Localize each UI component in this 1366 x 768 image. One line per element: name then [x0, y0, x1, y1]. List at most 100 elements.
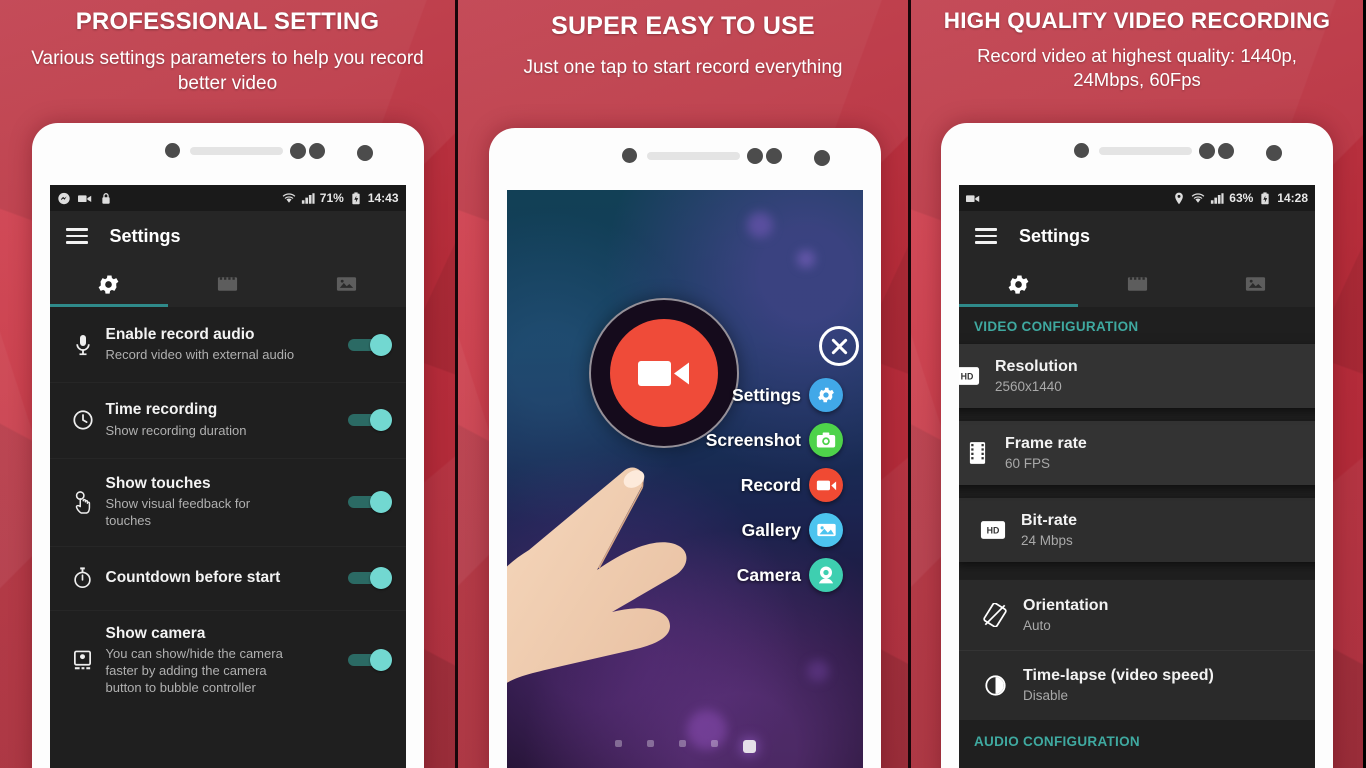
video-settings-list: VIDEO CONFIGURATION HD Resolution 2560x1… — [959, 307, 1315, 759]
app-bar-1: Settings — [49, 211, 406, 261]
toggle-time-recording[interactable] — [347, 408, 392, 431]
sensor-dot-b — [766, 148, 782, 164]
tab-video-settings-3[interactable] — [1078, 261, 1197, 307]
tab-general-settings-3[interactable] — [959, 261, 1078, 307]
bubble-label: Gallery — [741, 519, 801, 540]
setting-title: Show touches — [105, 474, 211, 492]
setting-title: Show camera — [105, 624, 206, 642]
toggle-countdown-before-start[interactable] — [347, 566, 392, 589]
setting-title: Countdown before start — [105, 569, 281, 586]
app-title-1: Settings — [109, 225, 181, 246]
video-camera-icon — [77, 194, 91, 202]
gallery-icon[interactable] — [809, 513, 843, 547]
tab-gallery-settings-3[interactable] — [1196, 261, 1315, 307]
lock-icon — [101, 192, 110, 204]
film-strip-icon — [959, 441, 1005, 465]
earpiece-speaker — [189, 147, 283, 155]
signal-bars-icon — [1211, 192, 1224, 204]
card-title: Time-lapse (video speed) — [1023, 667, 1214, 684]
setting-card-resolution[interactable]: HD Resolution 2560x1440 — [959, 344, 1315, 408]
setting-row-countdown-before-start[interactable]: Countdown before start — [50, 546, 406, 610]
photo-camera-icon[interactable] — [809, 423, 843, 457]
earpiece-speaker — [1099, 147, 1192, 155]
gear-icon — [98, 274, 119, 294]
front-camera-dot — [1266, 145, 1282, 161]
front-camera-dot — [356, 145, 373, 161]
setting-row-enable-record-audio[interactable]: Enable record audio Record video with ex… — [50, 307, 406, 382]
setting-card-bit-rate-wrap: HD Bit-rate 24 Mbps — [959, 498, 1315, 562]
webcam-icon[interactable] — [809, 558, 843, 592]
sensor-dot-b — [1218, 143, 1234, 159]
setting-card-bit-rate[interactable]: HD Bit-rate 24 Mbps — [959, 498, 1315, 562]
clock-time-1: 14:43 — [367, 191, 399, 205]
setting-card-frame-rate[interactable]: Frame rate 60 FPS — [959, 421, 1315, 485]
panel-professional-setting: PROFESSIONAL SETTING Various settings pa… — [0, 0, 455, 768]
app-title-3: Settings — [1019, 225, 1091, 246]
bubble-item-record[interactable]: Record — [706, 468, 843, 502]
proximity-sensor-dot — [164, 143, 180, 158]
card-title: Bit-rate — [1021, 512, 1078, 529]
setting-row-time-lapse[interactable]: Time-lapse (video speed) Disable — [959, 650, 1315, 720]
stopwatch-icon — [60, 566, 106, 590]
toggle-enable-record-audio[interactable] — [347, 333, 392, 356]
bubble-label: Record — [740, 474, 801, 495]
panel-3-header: HIGH QUALITY VIDEO RECORDING Record vide… — [911, 0, 1363, 93]
image-icon — [336, 277, 356, 291]
panel-1-subheading: Various settings parameters to help you … — [31, 48, 424, 95]
bubble-item-camera[interactable]: Camera — [706, 558, 843, 592]
film-icon — [1127, 277, 1147, 291]
hd-icon: HD — [959, 366, 995, 386]
hd-icon: HD — [965, 520, 1021, 540]
close-icon — [831, 338, 847, 354]
tab-video-settings-1[interactable] — [168, 261, 287, 307]
proximity-sensor-dot — [622, 148, 637, 163]
toggle-show-camera[interactable] — [347, 649, 392, 672]
record-button-inner[interactable] — [610, 319, 718, 427]
video-camera-icon — [638, 361, 689, 386]
bokeh-light — [747, 212, 773, 238]
card-value: 24 Mbps — [1021, 533, 1073, 548]
sensor-dot-a — [289, 143, 306, 159]
setting-subtitle: Show visual feedback for touches — [105, 495, 251, 528]
location-pin-icon — [1175, 192, 1184, 204]
bubble-label: Settings — [731, 384, 801, 405]
panel-3-heading: HIGH QUALITY VIDEO RECORDING — [943, 8, 1331, 33]
toggle-show-touches[interactable] — [347, 490, 392, 513]
floating-cards-area: HD Resolution 2560x1440 Frame rate 60 FP… — [959, 344, 1315, 580]
touch-icon — [60, 490, 106, 514]
android-status-bar-1: 71% 14:43 — [49, 185, 406, 211]
tab-general-settings-1[interactable] — [50, 261, 169, 307]
bubble-controller-menu: Settings Screenshot Record Gallery Camer… — [706, 378, 843, 603]
setting-subtitle: Record video with external audio — [105, 347, 295, 363]
hamburger-icon[interactable] — [65, 228, 88, 244]
section-header-audio-configuration: AUDIO CONFIGURATION — [974, 734, 1140, 749]
panel-2-subheading: Just one tap to start record everything — [523, 57, 843, 78]
setting-row-time-recording[interactable]: Time recording Show recording duration — [50, 382, 406, 457]
signal-bars-icon — [301, 192, 315, 204]
clock-time-3: 14:28 — [1277, 191, 1308, 205]
panel-high-quality-video-recording: HIGH QUALITY VIDEO RECORDING Record vide… — [911, 0, 1363, 768]
video-camera-icon[interactable] — [809, 468, 843, 502]
earpiece-speaker — [647, 152, 740, 160]
setting-row-show-touches[interactable]: Show touches Show visual feedback for to… — [50, 458, 406, 546]
status-left-icons — [57, 192, 113, 205]
bubble-item-gallery[interactable]: Gallery — [706, 513, 843, 547]
tab-gallery-settings-1[interactable] — [287, 261, 406, 307]
bubble-item-settings[interactable]: Settings — [706, 378, 843, 412]
video-camera-icon — [966, 194, 980, 202]
bubble-item-screenshot[interactable]: Screenshot — [706, 423, 843, 457]
gear-icon[interactable] — [809, 378, 843, 412]
clock-icon — [60, 409, 106, 431]
setting-row-show-camera[interactable]: Show camera You can show/hide the camera… — [50, 610, 406, 711]
image-icon — [1246, 277, 1266, 291]
setting-row-orientation[interactable]: Orientation Auto — [959, 580, 1315, 650]
page-dot-active[interactable] — [742, 740, 756, 753]
phone-bezel-top-3 — [941, 123, 1333, 185]
battery-icon — [1261, 191, 1269, 204]
hamburger-icon[interactable] — [975, 228, 997, 244]
screenshot-root: PROFESSIONAL SETTING Various settings pa… — [0, 0, 1366, 768]
card-title: Orientation — [1023, 597, 1109, 614]
svg-text:HD: HD — [961, 372, 974, 382]
android-status-bar-3: 63% 14:28 — [959, 185, 1315, 211]
close-bubble-menu-button[interactable] — [819, 326, 859, 366]
